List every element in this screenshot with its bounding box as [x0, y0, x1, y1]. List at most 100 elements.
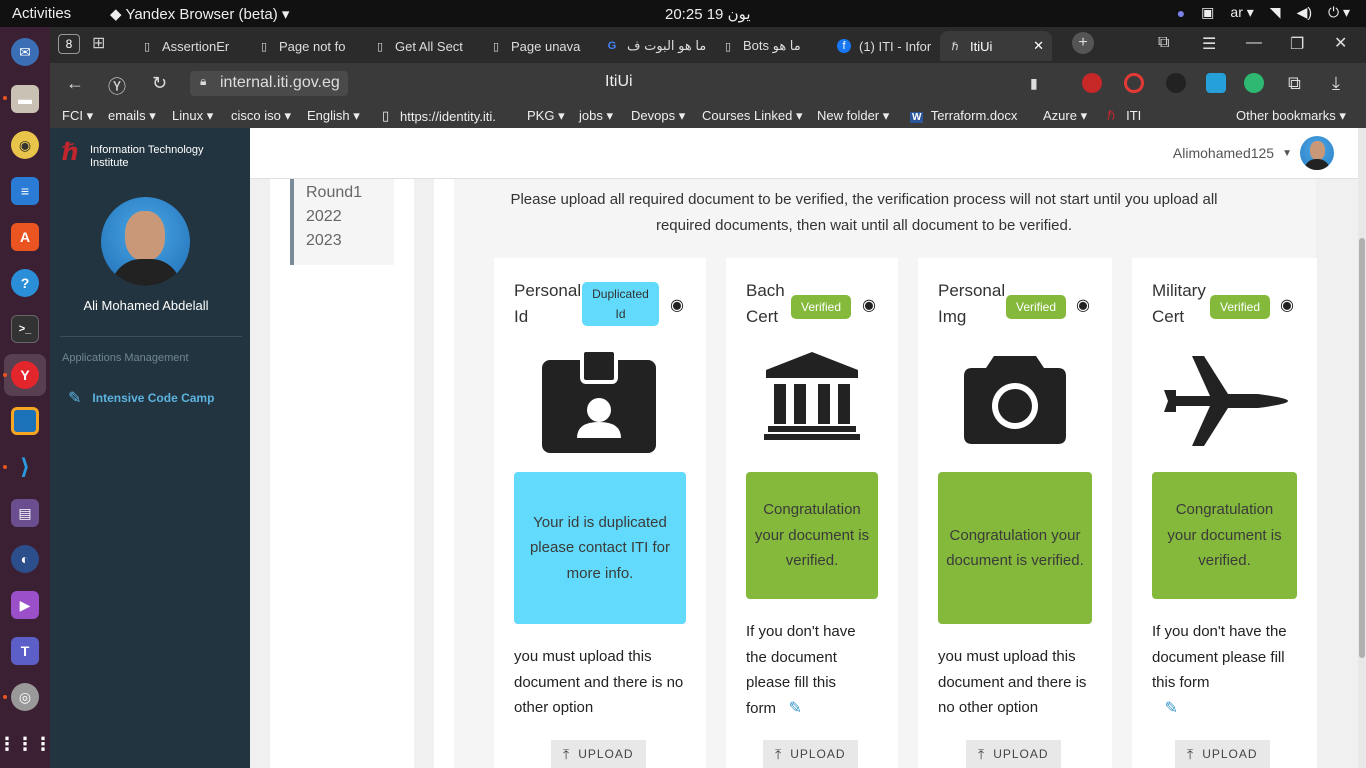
edit-form-icon[interactable]: ✎ [789, 700, 802, 717]
system-tray[interactable]: ● ▣ ar ▾ ◥ ◀) ⏻ ▾ [1177, 4, 1350, 21]
new-folder-tab-icon[interactable]: ⊞ [92, 33, 105, 53]
tab-assertion[interactable]: ▯ AssertionEr [132, 31, 247, 61]
teams-tray-icon[interactable]: ● [1177, 5, 1185, 21]
yandex-browser-icon[interactable]: Y [11, 361, 39, 389]
bookmark-folder-jobs[interactable]: jobs ▾ [579, 108, 613, 124]
card-title: Personal Id [514, 278, 581, 330]
bookmark-identity[interactable]: ▯ https://identity.iti. [382, 108, 496, 124]
tab-bots[interactable]: ▯ Bots ما هو [713, 31, 828, 61]
eye-icon[interactable]: ◉ [1280, 295, 1294, 315]
writer-icon[interactable]: ≡ [11, 177, 39, 205]
thunderbird-icon[interactable]: ✉ [11, 38, 39, 66]
collections-icon[interactable]: ⧉ [1158, 34, 1169, 52]
bookmark-folder-courses[interactable]: Courses Linked ▾ [702, 108, 802, 124]
virtualbox-icon[interactable] [11, 407, 39, 435]
software-icon[interactable]: A [11, 223, 39, 251]
bookmark-iti[interactable]: ℏ ITI [1107, 108, 1141, 124]
card-title-line-2: Cert [1152, 307, 1185, 326]
status-badge: Verified [1210, 295, 1270, 319]
scrollbar-thumb[interactable] [1359, 238, 1365, 658]
tab-page-unavailable[interactable]: ▯ Page unava [481, 31, 596, 61]
bookmark-folder-english[interactable]: English ▾ [307, 108, 360, 124]
bookmark-folder-fci[interactable]: FCI ▾ [62, 108, 93, 124]
clock[interactable]: 20:25 يون 19 [665, 5, 751, 23]
extension-bug-icon[interactable] [1082, 73, 1102, 93]
downloads-icon[interactable]: ⤓ [1332, 73, 1340, 94]
requirement-note: you must upload this document and there … [938, 648, 1087, 716]
round-year-end: 2023 [306, 232, 342, 249]
minimize-icon[interactable]: — [1246, 34, 1262, 52]
eye-icon[interactable]: ◉ [862, 295, 876, 315]
round-item[interactable]: Round1 2022 2023 [290, 179, 394, 265]
help-icon[interactable]: ? [11, 269, 39, 297]
bookmark-label: emails [108, 108, 146, 123]
user-menu[interactable]: Alimohamed125 ▼ [1173, 136, 1334, 170]
screenshot-tray-icon[interactable]: ▣ [1201, 4, 1214, 21]
extensions-icon[interactable]: ⧉ [1288, 73, 1301, 94]
terminal-icon[interactable]: >_ [11, 315, 39, 343]
menu-icon[interactable]: ☰ [1202, 34, 1216, 54]
eye-icon[interactable]: ◉ [670, 295, 684, 315]
back-icon[interactable]: ← [66, 73, 84, 94]
media-player-icon[interactable]: ▶ [11, 591, 39, 619]
rhythmbox-icon[interactable]: ◉ [11, 131, 39, 159]
eye-icon[interactable]: ◉ [1076, 295, 1090, 315]
wifi-icon[interactable]: ◥ [1270, 4, 1281, 21]
yandex-home-icon[interactable]: Ⓨ [108, 73, 126, 99]
logo-line-1: Information Technology [90, 144, 204, 156]
activities-button[interactable]: Activities [12, 5, 71, 22]
extension-mail-icon[interactable] [1244, 73, 1264, 93]
close-window-icon[interactable]: ✕ [1334, 33, 1347, 53]
bookmark-folder-cisco[interactable]: cisco iso ▾ [231, 108, 291, 124]
vscode-icon[interactable]: ⟩ [11, 453, 39, 481]
bookmark-terraform[interactable]: W Terraform.docx [910, 108, 1017, 123]
bookmark-folder-linux[interactable]: Linux ▾ [172, 108, 213, 124]
sidebar-item-intensive-code-camp[interactable]: ✎ Intensive Code Camp [68, 388, 214, 408]
bookmark-folder-emails[interactable]: emails ▾ [108, 108, 156, 124]
restore-icon[interactable]: ❐ [1290, 34, 1304, 54]
upload-button[interactable]: ⤒ UPLOAD [966, 740, 1061, 768]
bookmark-folder-azure[interactable]: Azure ▾ [1043, 108, 1087, 124]
upload-button[interactable]: ⤒ UPLOAD [551, 740, 646, 768]
reload-icon[interactable]: ↻ [152, 73, 167, 94]
power-icon[interactable]: ⏻ ▾ [1328, 4, 1350, 21]
tab-itiui[interactable]: ℏ ItiUi ✕ [940, 31, 1052, 61]
url-field[interactable]: 🔒︎ internal.iti.gov.eg [190, 71, 348, 96]
extension-gnome-icon[interactable] [1166, 73, 1186, 93]
new-tab-icon[interactable]: + [1072, 32, 1094, 54]
iti-logo[interactable]: ℏ Information Technology Institute [62, 138, 242, 174]
card-title-line-2: Id [514, 307, 529, 326]
volume-icon[interactable]: ◀) [1297, 4, 1312, 21]
bookmark-label: cisco iso [231, 108, 281, 123]
user-avatar[interactable] [1300, 136, 1334, 170]
word-icon: W [910, 112, 924, 123]
upload-label: UPLOAD [1202, 747, 1258, 761]
edit-form-icon[interactable]: ✎ [1165, 700, 1178, 717]
remote-desktop-icon[interactable]: ▤ [11, 499, 39, 527]
tab-count-button[interactable]: 8 [58, 34, 80, 54]
bookmark-icon[interactable]: ▮ [1030, 75, 1038, 92]
bookmark-other[interactable]: Other bookmarks ▾ [1236, 108, 1346, 124]
tab-page-not-found[interactable]: ▯ Page not fo [249, 31, 364, 61]
upload-icon: ⤒ [1187, 745, 1195, 762]
extension-block-icon[interactable] [1124, 73, 1144, 93]
tab-facebook-iti[interactable]: f (1) ITI - Infor [829, 31, 939, 61]
bookmark-folder-pkg[interactable]: PKG ▾ [527, 108, 565, 124]
close-tab-icon[interactable]: ✕ [1033, 38, 1044, 54]
upload-button[interactable]: ⤒ UPLOAD [1175, 740, 1270, 768]
show-apps-icon[interactable]: ⋮⋮⋮ [0, 730, 52, 758]
tab-what-is-bot[interactable]: G ما هو البوت ف [597, 31, 712, 61]
eclipse-icon[interactable]: ◐ [11, 545, 39, 573]
extension-sync-icon[interactable] [1206, 73, 1226, 93]
disk-icon[interactable]: ◎ [11, 683, 39, 711]
bookmark-folder-devops[interactable]: Devops ▾ [631, 108, 685, 124]
teams-icon[interactable]: T [11, 637, 39, 665]
divider [60, 336, 242, 337]
upload-button[interactable]: ⤒ UPLOAD [763, 740, 858, 768]
files-icon[interactable]: ▬ [11, 85, 39, 113]
tab-get-all-sections[interactable]: ▯ Get All Sect [365, 31, 480, 61]
bookmark-folder-new[interactable]: New folder ▾ [817, 108, 889, 124]
app-menu[interactable]: ◆ Yandex Browser (beta) ▾ [110, 5, 289, 23]
scrollbar[interactable] [1358, 128, 1366, 768]
language-indicator[interactable]: ar ▾ [1230, 4, 1253, 21]
